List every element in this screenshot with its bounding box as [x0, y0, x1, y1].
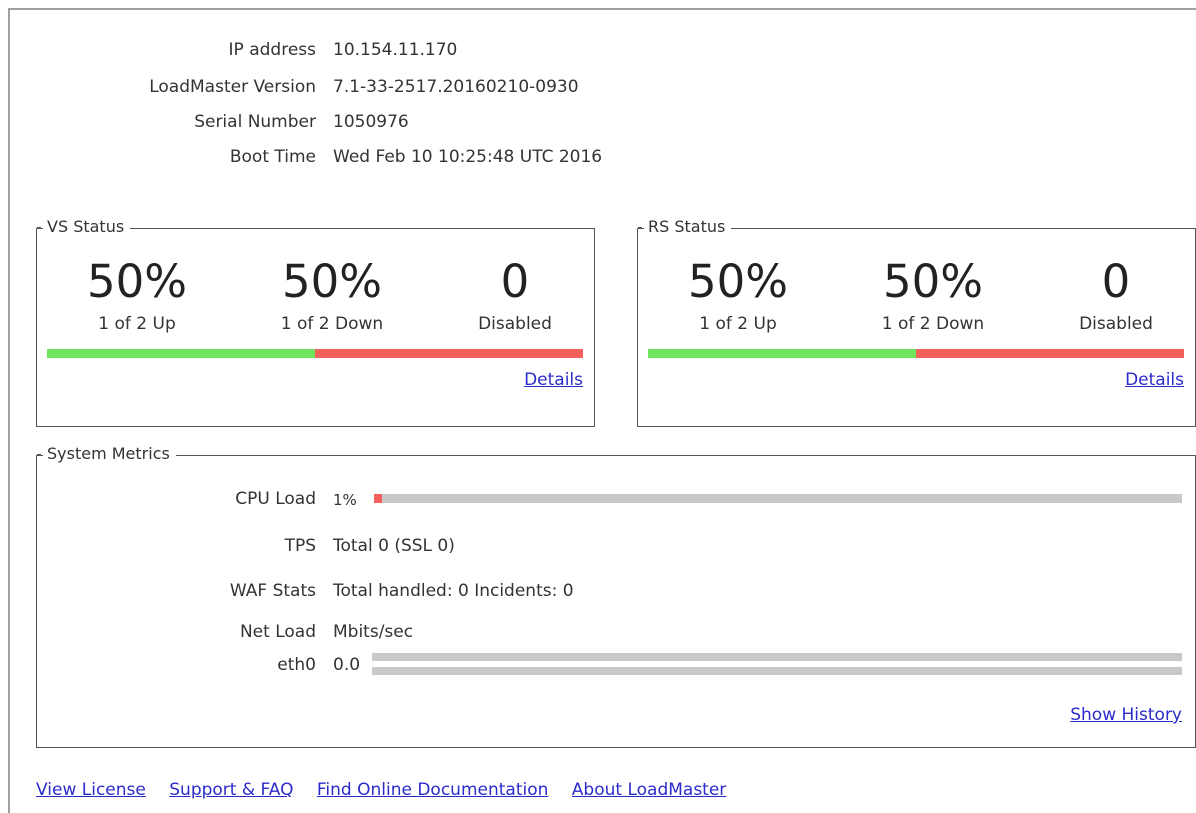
rs-status-title: RS Status	[637, 217, 732, 236]
view-license-link[interactable]: View License	[36, 780, 146, 800]
about-loadmaster-link[interactable]: About LoadMaster	[572, 780, 727, 800]
net-load-unit: Mbits/sec	[333, 622, 414, 642]
rs-up-percent: 50%	[687, 255, 789, 308]
waf-stats-label: WAF Stats	[229, 581, 316, 601]
rs-up-segment	[648, 349, 916, 358]
tps-value: Total 0 (SSL 0)	[333, 536, 455, 556]
vs-up-segment	[47, 349, 315, 358]
vs-status-panel: VS Status 50% 1 of 2 Up 50% 1 of 2 Down …	[36, 217, 595, 427]
eth0-rx-bar	[372, 667, 1182, 675]
footer-links: View License Support & FAQ Find Online D…	[36, 780, 744, 800]
vs-details-link[interactable]: Details	[524, 370, 583, 390]
cpu-load-label: CPU Load	[235, 489, 316, 509]
serial-number-label: Serial Number	[194, 112, 316, 132]
online-documentation-link[interactable]: Find Online Documentation	[317, 780, 549, 800]
show-history-link[interactable]: Show History	[1070, 705, 1182, 725]
rs-status-panel: RS Status 50% 1 of 2 Up 50% 1 of 2 Down …	[637, 217, 1196, 427]
rs-down-label: 1 of 2 Down	[881, 314, 985, 334]
version-label: LoadMaster Version	[149, 77, 316, 97]
rs-status-bar	[648, 349, 1184, 358]
rs-disabled-count: 0	[1101, 255, 1131, 308]
eth0-tx-bar	[372, 653, 1182, 661]
rs-down-segment	[916, 349, 1184, 358]
vs-up-label: 1 of 2 Up	[98, 314, 176, 334]
vs-up-percent: 50%	[86, 255, 188, 308]
version-value: 7.1-33-2517.20160210-0930	[333, 77, 579, 97]
eth0-value: 0.0	[333, 655, 361, 675]
frame-left-border	[8, 8, 10, 813]
ip-address-value: 10.154.11.170	[333, 40, 458, 60]
cpu-load-fill	[374, 494, 383, 503]
boot-time-value: Wed Feb 10 10:25:48 UTC 2016	[333, 147, 603, 167]
eth0-label: eth0	[277, 655, 316, 675]
vs-down-percent: 50%	[281, 255, 383, 308]
vs-disabled-label: Disabled	[478, 314, 552, 334]
waf-stats-value: Total handled: 0 Incidents: 0	[333, 581, 574, 601]
rs-details-link[interactable]: Details	[1125, 370, 1184, 390]
cpu-load-value: 1%	[333, 491, 357, 509]
support-faq-link[interactable]: Support & FAQ	[169, 780, 293, 800]
system-metrics-title: System Metrics	[37, 444, 176, 463]
vs-down-segment	[315, 349, 583, 358]
vs-down-label: 1 of 2 Down	[280, 314, 384, 334]
serial-number-value: 1050976	[333, 112, 409, 132]
frame-top-border	[8, 8, 1196, 10]
rs-up-label: 1 of 2 Up	[699, 314, 777, 334]
cpu-load-bar	[374, 494, 1182, 503]
vs-status-bar	[47, 349, 583, 358]
rs-disabled-label: Disabled	[1079, 314, 1153, 334]
vs-status-title: VS Status	[36, 217, 131, 236]
vs-disabled-count: 0	[500, 255, 530, 308]
tps-label: TPS	[284, 536, 316, 556]
net-load-label: Net Load	[239, 622, 316, 642]
boot-time-label: Boot Time	[229, 147, 316, 167]
ip-address-label: IP address	[228, 40, 316, 60]
rs-down-percent: 50%	[882, 255, 984, 308]
